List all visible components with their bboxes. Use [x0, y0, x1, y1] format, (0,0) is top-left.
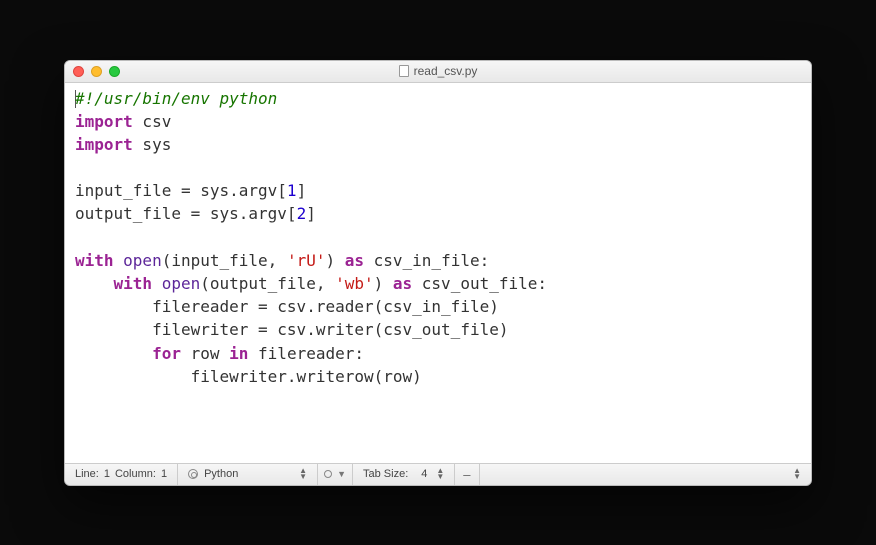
code-keyword: in — [229, 344, 248, 363]
code-keyword: with — [75, 251, 114, 270]
code-text: csv_out_file: — [412, 274, 547, 293]
code-keyword: import — [75, 135, 133, 154]
line-label: Line: — [75, 468, 99, 480]
tab-size-label: Tab Size: — [363, 468, 408, 480]
column-number: 1 — [161, 468, 167, 480]
tab-size-value: 4 — [421, 468, 427, 480]
code-text: filewriter = csv.writer(csv_out_file) — [75, 320, 508, 339]
close-button[interactable] — [73, 66, 84, 77]
code-string: 'rU' — [287, 251, 326, 270]
code-text: input_file = sys.argv[ — [75, 181, 287, 200]
code-text: sys — [133, 135, 172, 154]
code-text: csv_in_file: — [364, 251, 489, 270]
code-text: row — [181, 344, 229, 363]
code-string: 'wb' — [335, 274, 374, 293]
code-keyword: with — [114, 274, 153, 293]
code-text: csv — [133, 112, 172, 131]
maximize-button[interactable] — [109, 66, 120, 77]
code-text: ) — [374, 274, 393, 293]
code-text: ] — [297, 181, 307, 200]
cursor-position[interactable]: Line: 1 Column: 1 — [65, 464, 178, 485]
titlebar[interactable]: read_csv.py — [65, 61, 811, 83]
stepper-icon: ▲▼ — [436, 468, 444, 480]
stepper-icon: ▲▼ — [793, 468, 801, 480]
target-button[interactable]: ▼ — [318, 464, 353, 485]
status-spacer — [480, 464, 780, 485]
file-name: read_csv.py — [414, 64, 478, 78]
minimize-button[interactable] — [91, 66, 102, 77]
code-comment: #!/usr/bin/env python — [75, 89, 277, 108]
code-text — [75, 344, 152, 363]
code-text: ] — [306, 204, 316, 223]
code-keyword: for — [152, 344, 181, 363]
target-icon — [324, 470, 332, 478]
tab-size-selector[interactable]: Tab Size: 4 ▲▼ — [353, 464, 455, 485]
code-text: output_file = sys.argv[ — [75, 204, 297, 223]
line-number: 1 — [104, 468, 110, 480]
code-function: open — [152, 274, 200, 293]
language-label: Python — [204, 468, 238, 480]
status-bar: Line: 1 Column: 1 Python ▲▼ ▼ Tab Size: … — [65, 463, 811, 485]
code-number: 1 — [287, 181, 297, 200]
code-keyword: import — [75, 112, 133, 131]
code-text: ) — [325, 251, 344, 270]
collapse-button[interactable]: – — [455, 464, 479, 485]
traffic-lights — [73, 66, 120, 77]
code-text: filereader: — [248, 344, 364, 363]
code-keyword: as — [393, 274, 412, 293]
gear-icon — [188, 469, 198, 479]
code-editor[interactable]: #!/usr/bin/env python import csv import … — [65, 83, 811, 463]
code-text: (input_file, — [162, 251, 287, 270]
code-text: filereader = csv.reader(csv_in_file) — [75, 297, 499, 316]
stepper-icon: ▲▼ — [299, 468, 307, 480]
code-keyword: as — [345, 251, 364, 270]
language-selector[interactable]: Python ▲▼ — [178, 464, 318, 485]
code-function: open — [114, 251, 162, 270]
code-number: 2 — [297, 204, 307, 223]
chevron-down-icon: ▼ — [337, 469, 346, 479]
code-text: (output_file, — [200, 274, 335, 293]
code-text — [75, 274, 114, 293]
column-label: Column: — [115, 468, 156, 480]
window-title: read_csv.py — [65, 64, 811, 78]
editor-window: read_csv.py #!/usr/bin/env python import… — [64, 60, 812, 486]
file-icon — [399, 65, 409, 77]
end-stepper[interactable]: ▲▼ — [779, 464, 811, 485]
code-text: filewriter.writerow(row) — [75, 367, 422, 386]
